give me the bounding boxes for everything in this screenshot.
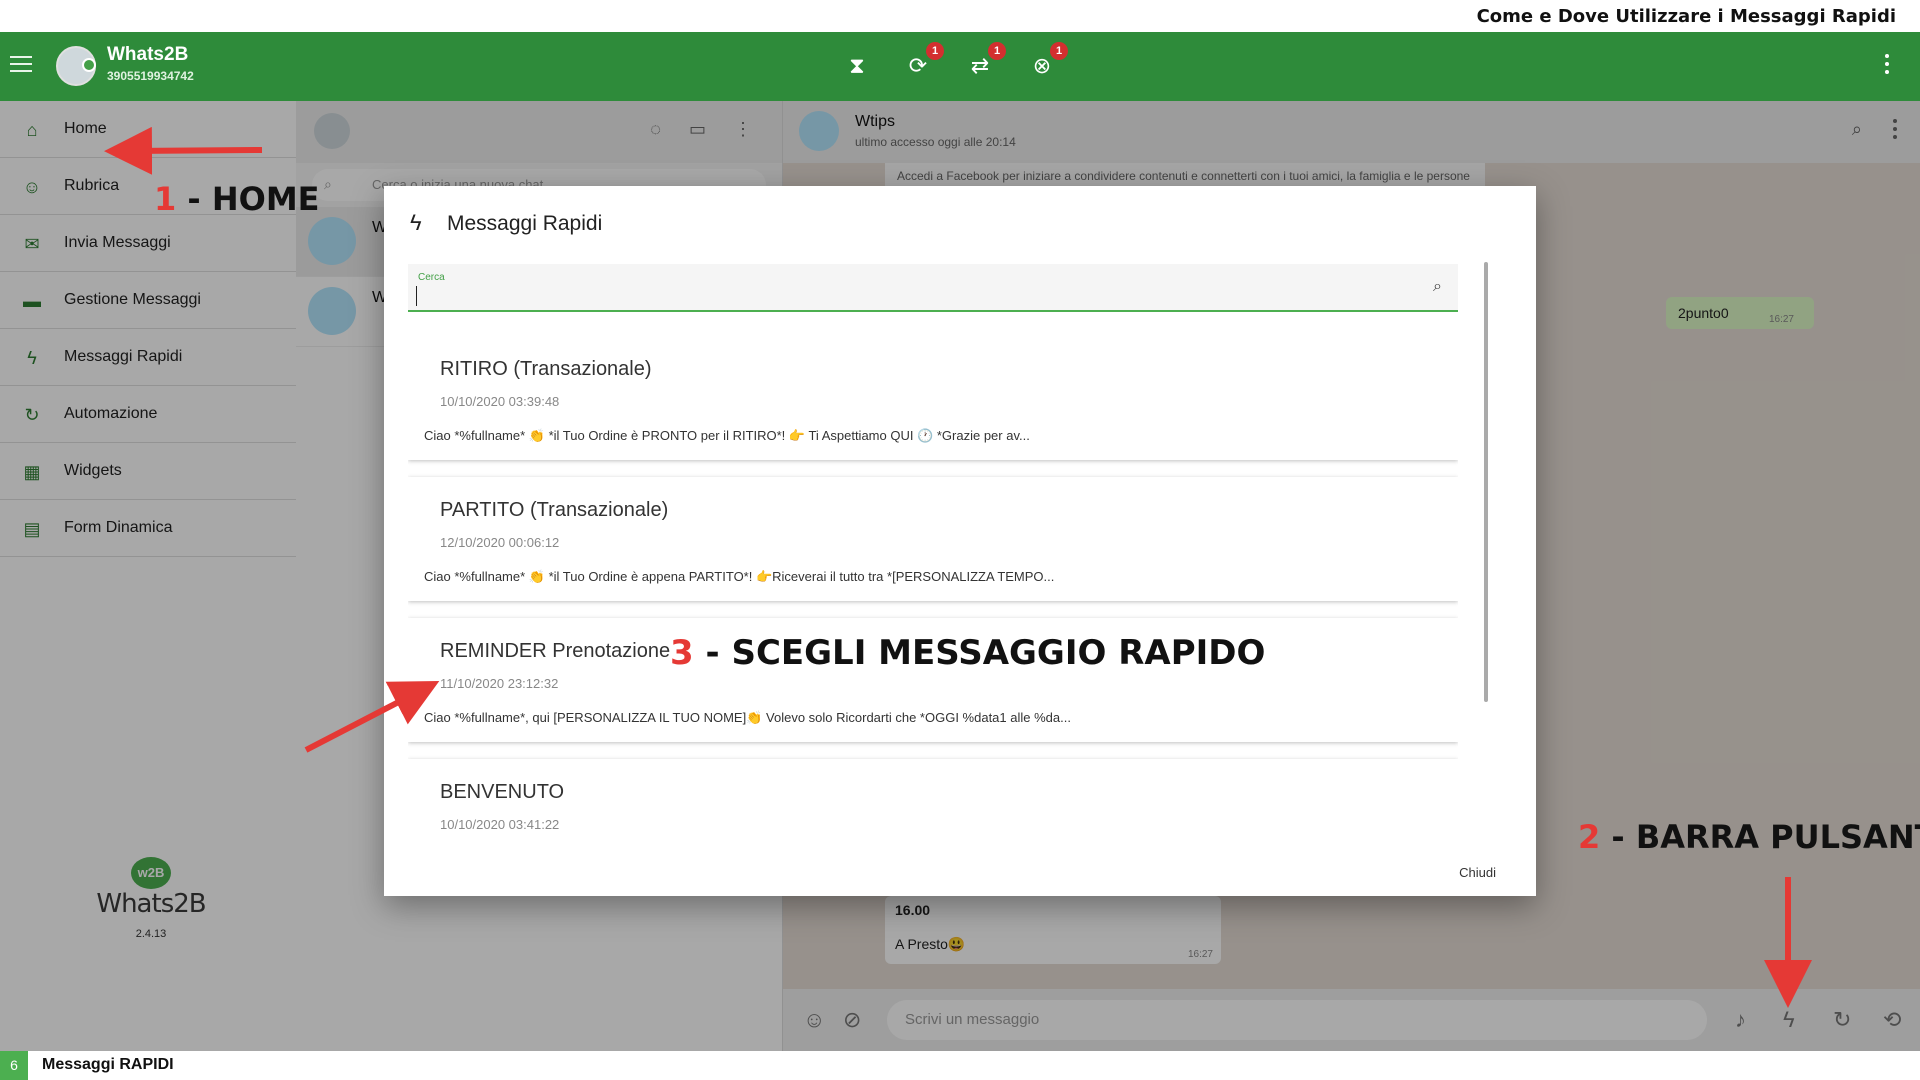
slide-number: 6: [0, 1051, 28, 1080]
arrow-to-message: [304, 680, 440, 753]
screen: Come e Dove Utilizzare i Messaggi Rapidi…: [0, 0, 1920, 1080]
slide-title: Messaggi RAPIDI: [42, 1056, 174, 1073]
annotation-arrows: [104, 126, 1812, 1008]
slide-footer: 6 Messaggi RAPIDI: [0, 1051, 1920, 1080]
arrow-to-home: [104, 126, 263, 175]
